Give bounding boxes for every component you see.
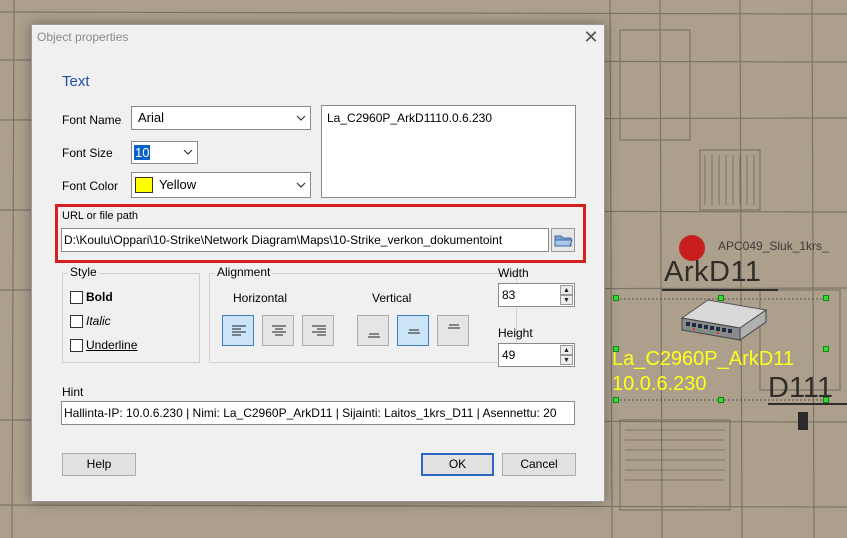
alignment-group-title: Alignment [215, 265, 273, 279]
selection-handle[interactable] [718, 295, 724, 301]
selection-handle[interactable] [718, 397, 724, 403]
hint-input[interactable]: Hallinta-IP: 10.0.6.230 | Nimi: La_C2960… [61, 401, 575, 425]
chevron-down-icon [296, 173, 306, 197]
height-spinbox[interactable]: 49 ▲ ▼ [498, 343, 575, 367]
underline-checkbox[interactable] [70, 339, 83, 352]
valign-bottom-button[interactable] [357, 315, 389, 346]
horizontal-label: Horizontal [233, 291, 288, 305]
text-content-field[interactable]: La_C2960P_ArkD1110.0.6.230 [321, 105, 576, 198]
folder-icon [554, 235, 573, 247]
bold-label[interactable]: Bold [86, 290, 113, 304]
browse-folder-button[interactable] [551, 228, 575, 252]
font-name-label: Font Name [62, 113, 122, 127]
selection-handle[interactable] [613, 295, 619, 301]
selection-handle[interactable] [613, 346, 619, 352]
align-left-button[interactable] [222, 315, 254, 346]
align-right-button[interactable] [302, 315, 334, 346]
font-name-select[interactable]: Arial [131, 106, 311, 130]
selection-handle[interactable] [823, 295, 829, 301]
italic-label[interactable]: Italic [86, 314, 111, 328]
align-left-icon [232, 325, 246, 336]
map-area-label: ArkD11 [664, 256, 762, 288]
help-button[interactable]: Help [62, 453, 136, 476]
spin-up-icon[interactable]: ▲ [560, 345, 573, 355]
section-title: Text [62, 73, 90, 90]
object-properties-dialog: Object properties ✕ Text Font Name Arial… [31, 24, 605, 502]
cancel-button[interactable]: Cancel [502, 453, 576, 476]
dialog-title: Object properties [37, 30, 129, 44]
font-size-value: 10 [134, 145, 151, 160]
align-center-icon [272, 325, 286, 336]
selection-handle[interactable] [613, 397, 619, 403]
chevron-down-icon [183, 142, 193, 163]
spin-down-icon[interactable]: ▼ [560, 355, 573, 365]
url-label: URL or file path [62, 210, 139, 222]
align-right-icon [312, 325, 326, 336]
italic-checkbox[interactable] [70, 315, 83, 328]
selection-handle[interactable] [823, 346, 829, 352]
network-switch-icon[interactable] [678, 296, 770, 342]
bold-checkbox[interactable] [70, 291, 83, 304]
font-size-label: Font Size [62, 146, 113, 160]
color-swatch [135, 176, 153, 193]
map-device-label-apc: APC049_Sluk_1krs_ [718, 239, 829, 253]
font-color-select[interactable]: Yellow [131, 172, 311, 198]
font-name-value: Arial [138, 110, 165, 125]
vertical-label: Vertical [372, 291, 412, 305]
valign-middle-button[interactable] [397, 315, 429, 346]
underline-label[interactable]: Underline [86, 338, 137, 352]
width-label: Width [498, 266, 529, 280]
spin-down-icon[interactable]: ▼ [560, 295, 573, 305]
font-size-select[interactable]: 10 [131, 141, 198, 164]
width-spinbox[interactable]: 83 ▲ ▼ [498, 283, 575, 307]
width-value: 83 [502, 288, 516, 302]
spin-up-icon[interactable]: ▲ [560, 285, 573, 295]
map-device-name-label[interactable]: La_C2960P_ArkD11 [612, 348, 794, 371]
align-center-button[interactable] [262, 315, 294, 346]
style-group-title: Style [68, 265, 99, 279]
valign-middle-icon [408, 329, 420, 334]
map-device-ip-label[interactable]: 10.0.6.230 [612, 373, 707, 396]
height-value: 49 [502, 348, 516, 362]
font-color-label: Font Color [62, 179, 119, 193]
hint-label: Hint [62, 385, 84, 399]
height-label: Height [498, 326, 533, 340]
selection-handle[interactable] [823, 397, 829, 403]
ok-button[interactable]: OK [421, 453, 494, 476]
valign-bottom-icon [368, 333, 380, 338]
url-input[interactable]: D:\Koulu\Oppari\10-Strike\Network Diagra… [61, 228, 549, 252]
close-icon[interactable]: ✕ [580, 27, 602, 49]
valign-top-button[interactable] [437, 315, 469, 346]
font-color-value: Yellow [159, 177, 197, 192]
chevron-down-icon [296, 107, 306, 129]
valign-top-icon [448, 324, 460, 329]
